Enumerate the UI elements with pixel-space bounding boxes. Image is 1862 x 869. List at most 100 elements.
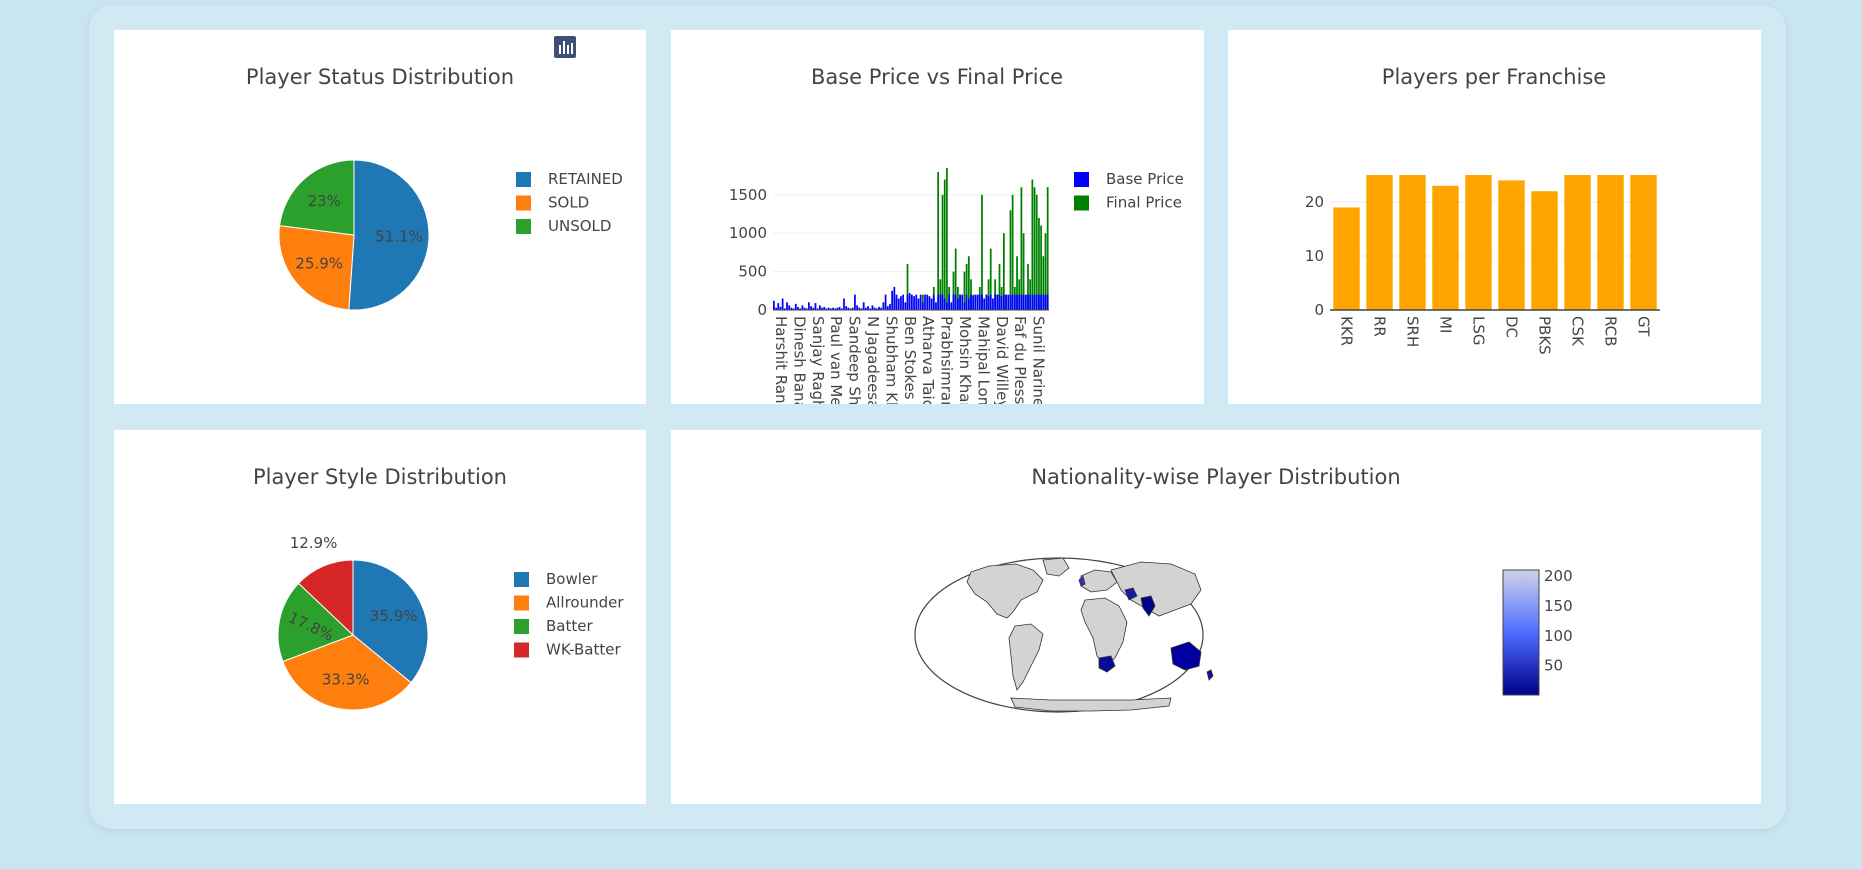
bar-base-price[interactable] <box>801 305 804 310</box>
bar-base-price[interactable] <box>976 294 979 310</box>
bar-base-price[interactable] <box>781 298 784 310</box>
bar-rr[interactable] <box>1366 175 1393 310</box>
bar-base-price[interactable] <box>819 305 821 310</box>
bar-base-price[interactable] <box>967 298 970 310</box>
bar-base-price[interactable] <box>1024 294 1027 310</box>
bar-base-price[interactable] <box>952 294 955 310</box>
bar-base-price[interactable] <box>891 290 894 310</box>
bar-base-price[interactable] <box>917 298 920 310</box>
bar-base-price[interactable] <box>1044 294 1047 310</box>
bar-base-price[interactable] <box>1009 294 1012 310</box>
bar-final-price[interactable] <box>943 179 946 310</box>
bar-base-price[interactable] <box>871 305 874 310</box>
bar-base-price[interactable] <box>814 303 817 310</box>
bar-base-price[interactable] <box>983 298 986 310</box>
bar-base-price[interactable] <box>939 294 942 310</box>
bar-base-price[interactable] <box>1000 296 1003 310</box>
bar-base-price[interactable] <box>954 294 957 310</box>
bar-srh[interactable] <box>1399 175 1426 310</box>
bar-base-price[interactable] <box>963 302 966 310</box>
bar-lsg[interactable] <box>1465 175 1492 310</box>
bar-base-price[interactable] <box>854 294 856 310</box>
bar-base-price[interactable] <box>950 302 953 310</box>
legend-swatch[interactable] <box>1074 195 1089 211</box>
bar-kkr[interactable] <box>1333 207 1360 310</box>
bar-base-price[interactable] <box>941 294 944 310</box>
bar-final-price[interactable] <box>1011 194 1014 310</box>
bar-base-price[interactable] <box>943 298 946 310</box>
bar-base-price[interactable] <box>1022 294 1025 310</box>
bar-base-price[interactable] <box>893 286 896 310</box>
bar-base-price[interactable] <box>1033 294 1036 310</box>
bar-base-price[interactable] <box>1035 294 1038 310</box>
world-map[interactable] <box>914 557 1214 713</box>
bar-pbks[interactable] <box>1531 191 1558 310</box>
legend-swatch[interactable] <box>514 619 529 634</box>
legend-swatch[interactable] <box>516 172 531 187</box>
bar-base-price[interactable] <box>930 298 933 310</box>
bar-base-price[interactable] <box>786 302 788 310</box>
bar-dc[interactable] <box>1498 180 1525 310</box>
bar-base-price[interactable] <box>1016 294 1018 310</box>
bar-csk[interactable] <box>1564 175 1591 310</box>
bar-base-price[interactable] <box>773 300 775 310</box>
bar-base-price[interactable] <box>948 294 950 310</box>
bar-base-price[interactable] <box>904 302 907 310</box>
bar-final-price[interactable] <box>1020 187 1023 310</box>
bar-base-price[interactable] <box>906 294 909 310</box>
bar-base-price[interactable] <box>777 303 780 310</box>
bar-base-price[interactable] <box>867 306 869 310</box>
bar-base-price[interactable] <box>900 296 902 310</box>
legend-swatch[interactable] <box>514 642 529 658</box>
plotly-logo-icon[interactable] <box>554 36 640 58</box>
bar-base-price[interactable] <box>924 294 926 310</box>
bar-base-price[interactable] <box>965 294 968 310</box>
bar-base-price[interactable] <box>992 298 994 310</box>
bar-base-price[interactable] <box>913 296 915 310</box>
country-antarctica[interactable] <box>1010 697 1172 712</box>
bar-final-price[interactable] <box>1033 187 1036 310</box>
bar-base-price[interactable] <box>915 294 918 310</box>
bar-base-price[interactable] <box>970 294 972 310</box>
bar-rcb[interactable] <box>1597 175 1624 310</box>
bar-gt[interactable] <box>1630 175 1657 310</box>
bar-base-price[interactable] <box>961 294 964 310</box>
bar-final-price[interactable] <box>1046 187 1049 310</box>
bar-final-price[interactable] <box>981 194 983 310</box>
bar-base-price[interactable] <box>959 294 961 310</box>
bar-base-price[interactable] <box>935 302 937 310</box>
bar-base-price[interactable] <box>998 294 1001 310</box>
bar-base-price[interactable] <box>921 302 924 310</box>
bar-base-price[interactable] <box>845 306 848 310</box>
bar-base-price[interactable] <box>978 294 981 310</box>
tag-icon[interactable] <box>556 36 608 58</box>
bar-base-price[interactable] <box>902 294 904 310</box>
bar-base-price[interactable] <box>1029 294 1032 310</box>
legend-swatch[interactable] <box>514 572 529 587</box>
bar-base-price[interactable] <box>1013 294 1016 310</box>
bar-base-price[interactable] <box>972 296 975 310</box>
legend-swatch[interactable] <box>1074 172 1089 187</box>
bar-base-price[interactable] <box>994 294 996 310</box>
bar-base-price[interactable] <box>1038 294 1040 310</box>
bar-base-price[interactable] <box>1046 294 1049 310</box>
bar-base-price[interactable] <box>884 294 887 310</box>
bar-base-price[interactable] <box>1007 294 1010 310</box>
bar-base-price[interactable] <box>794 303 797 310</box>
bar-base-price[interactable] <box>895 294 898 310</box>
bar-final-price[interactable] <box>1031 179 1034 310</box>
bar-final-price[interactable] <box>1035 194 1038 310</box>
bar-base-price[interactable] <box>1031 294 1034 310</box>
bar-final-price[interactable] <box>941 194 944 310</box>
bar-base-price[interactable] <box>886 306 889 310</box>
bar-base-price[interactable] <box>1003 294 1005 310</box>
bar-base-price[interactable] <box>889 303 891 310</box>
legend-swatch[interactable] <box>514 595 529 611</box>
bar-base-price[interactable] <box>1042 294 1045 310</box>
bar-base-price[interactable] <box>926 294 929 310</box>
bar-base-price[interactable] <box>810 306 812 310</box>
bar-base-price[interactable] <box>989 294 992 310</box>
bar-base-price[interactable] <box>897 298 900 310</box>
bar-base-price[interactable] <box>911 294 913 310</box>
bar-base-price[interactable] <box>908 293 911 310</box>
